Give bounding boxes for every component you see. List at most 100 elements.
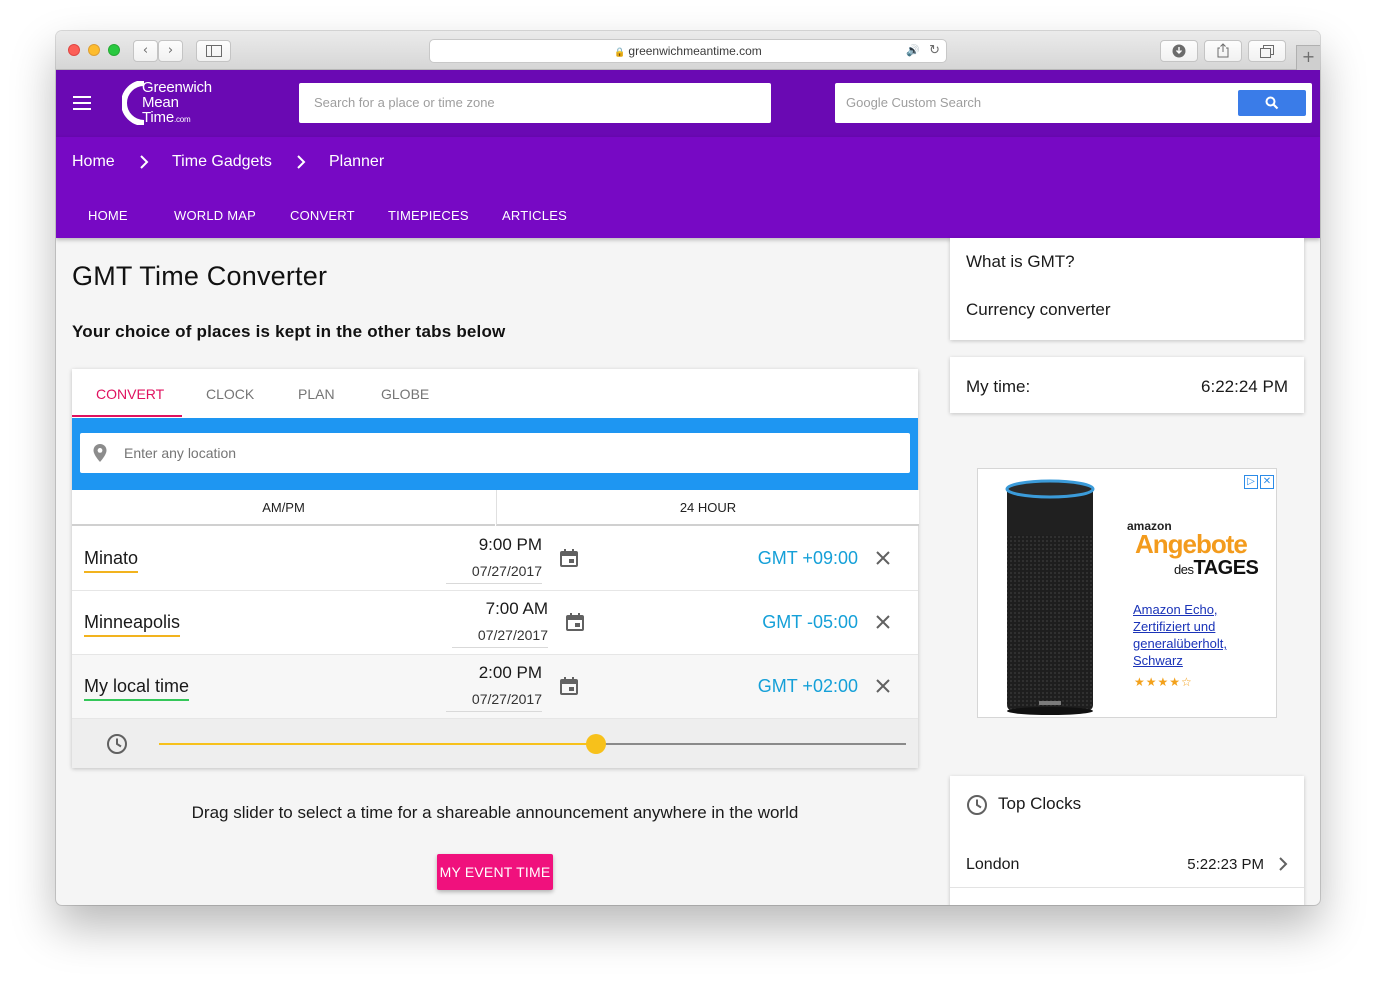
place-name[interactable]: My local time (84, 676, 190, 701)
share-button[interactable] (1204, 40, 1242, 62)
row-date[interactable]: 07/27/2017 (446, 691, 542, 712)
converter-row-local: My local time 2:00 PM 07/27/2017 GMT +02… (72, 655, 918, 719)
sidebar-icon (205, 45, 222, 57)
row-date[interactable]: 07/27/2017 (452, 627, 548, 648)
calendar-icon[interactable] (559, 548, 579, 568)
row-time[interactable]: 7:00 AM (452, 599, 548, 619)
browser-toolbar: ‹ › 🔒 greenwichmeantime.com 🔊 ↻ + (56, 31, 1320, 70)
converter-row: Minneapolis 7:00 AM 07/27/2017 GMT -05:0… (72, 591, 918, 655)
reload-icon[interactable]: ↻ (929, 40, 940, 62)
ad-headline: Angebote (1135, 529, 1248, 559)
link-what-is-gmt[interactable]: What is GMT? (966, 252, 1075, 272)
google-search-placeholder: Google Custom Search (846, 95, 982, 110)
sound-icon[interactable]: 🔊 (906, 40, 920, 62)
forward-button[interactable]: › (158, 40, 183, 62)
breadcrumb-nav-bar: Home Time Gadgets Planner HOME WORLD MAP… (56, 137, 1320, 238)
place-name[interactable]: Minato (84, 548, 139, 573)
row-date[interactable]: 07/27/2017 (446, 563, 542, 584)
sidebar-toggle-button[interactable] (196, 40, 231, 62)
browser-window: ‹ › 🔒 greenwichmeantime.com 🔊 ↻ + Greenw… (56, 31, 1320, 905)
location-placeholder: Enter any location (124, 445, 237, 461)
tab-clock[interactable]: CLOCK (206, 386, 254, 402)
page-subtitle: Your choice of places is kept in the oth… (72, 322, 506, 341)
nav-home[interactable]: HOME (88, 208, 128, 223)
google-search-button[interactable] (1238, 90, 1306, 116)
active-tab-indicator (72, 415, 182, 417)
tab-convert[interactable]: CONVERT (96, 386, 164, 402)
tabs-overview-button[interactable] (1248, 40, 1286, 62)
lock-icon: 🔒 (614, 48, 626, 58)
gmt-offset: GMT +09:00 (757, 548, 858, 568)
nav-timepieces[interactable]: TIMEPIECES (388, 208, 469, 223)
location-pin-icon (93, 444, 107, 462)
breadcrumb-planner[interactable]: Planner (329, 153, 384, 171)
my-event-time-button[interactable]: MY EVENT TIME (437, 854, 553, 890)
link-currency-converter[interactable]: Currency converter (966, 300, 1111, 320)
slider-thumb[interactable] (585, 734, 606, 754)
converter-row: Minato 9:00 PM 07/27/2017 GMT +09:00 (72, 527, 918, 591)
ad-close-icon[interactable]: ✕ (1260, 475, 1274, 489)
close-icon[interactable] (874, 549, 892, 567)
menu-icon[interactable] (73, 96, 91, 110)
my-time-card: My time: 6:22:24 PM (950, 357, 1304, 413)
address-url: greenwichmeantime.com (628, 44, 762, 58)
amazon-echo-image (1005, 479, 1095, 715)
nav-world-map[interactable]: WORLD MAP (174, 208, 256, 223)
advertisement[interactable]: ▷ ✕ amazon Angebote desTAGES Amazon Echo,… (977, 468, 1277, 718)
location-input[interactable]: Enter any location (80, 433, 910, 473)
top-clocks-title: Top Clocks (998, 794, 1082, 813)
back-button[interactable]: ‹ (133, 40, 158, 62)
gmt-offset: GMT +02:00 (757, 676, 858, 696)
calendar-icon[interactable] (559, 676, 579, 696)
minimize-window-button[interactable] (88, 44, 100, 56)
chevron-right-icon (297, 155, 306, 169)
sidebar-links-card: What is GMT? Currency converter (950, 238, 1304, 340)
clock-icon (967, 795, 987, 815)
top-clocks-card: Top Clocks London 5:22:23 PM (950, 776, 1304, 905)
new-tab-button[interactable]: + (1296, 45, 1320, 70)
chevron-right-icon (140, 155, 149, 169)
my-time-label: My time: (966, 377, 1031, 396)
time-converter-card: CONVERT CLOCK PLAN GLOBE Enter any locat… (72, 369, 919, 768)
downloads-button[interactable] (1160, 40, 1198, 62)
google-search-input[interactable]: Google Custom Search (835, 83, 1312, 123)
tab-globe[interactable]: GLOBE (381, 386, 429, 402)
page-title: GMT Time Converter (72, 261, 328, 291)
close-icon[interactable] (874, 613, 892, 631)
tab-plan[interactable]: PLAN (298, 386, 335, 402)
tabs-icon (1260, 45, 1274, 58)
breadcrumb-home[interactable]: Home (72, 153, 115, 171)
row-time[interactable]: 9:00 PM (446, 535, 542, 555)
close-window-button[interactable] (68, 44, 80, 56)
format-ampm-toggle[interactable]: AM/PM (72, 490, 495, 526)
row-time[interactable]: 2:00 PM (446, 663, 542, 683)
clock-icon (107, 734, 127, 754)
address-bar[interactable]: 🔒 greenwichmeantime.com 🔊 ↻ (429, 39, 947, 63)
place-name[interactable]: Minneapolis (84, 612, 181, 637)
close-icon[interactable] (874, 677, 892, 695)
time-slider[interactable] (159, 734, 906, 754)
adchoices-icon[interactable]: ▷ (1244, 475, 1258, 489)
ad-subheadline: desTAGES (1174, 557, 1259, 579)
slider-fill (159, 743, 596, 745)
breadcrumb-time-gadgets[interactable]: Time Gadgets (172, 153, 272, 171)
nav-articles[interactable]: ARTICLES (502, 208, 567, 223)
format-24hour-toggle[interactable]: 24 HOUR (496, 490, 919, 526)
chevron-right-icon[interactable] (1276, 856, 1290, 872)
forward-icon: › (167, 43, 174, 58)
top-clock-city[interactable]: London (966, 856, 1019, 874)
calendar-icon[interactable] (565, 612, 585, 632)
search-icon (1265, 96, 1279, 110)
logo-text: Greenwich Mean Time.com (142, 79, 212, 126)
gmt-offset: GMT -05:00 (762, 612, 858, 632)
site-header: Greenwich Mean Time.com Search for a pla… (56, 70, 1320, 137)
nav-convert[interactable]: CONVERT (290, 208, 355, 223)
converter-tabs: CONVERT CLOCK PLAN GLOBE (72, 369, 918, 418)
ad-product-link[interactable]: Amazon Echo, Zertifiziert und generalübe… (1133, 601, 1263, 669)
place-search-input[interactable]: Search for a place or time zone (299, 83, 771, 123)
time-slider-row (72, 719, 918, 768)
back-icon: ‹ (142, 43, 149, 58)
site-logo[interactable]: Greenwich Mean Time.com (122, 79, 232, 129)
ad-choices[interactable]: ▷ ✕ (1242, 471, 1274, 489)
zoom-window-button[interactable] (108, 44, 120, 56)
